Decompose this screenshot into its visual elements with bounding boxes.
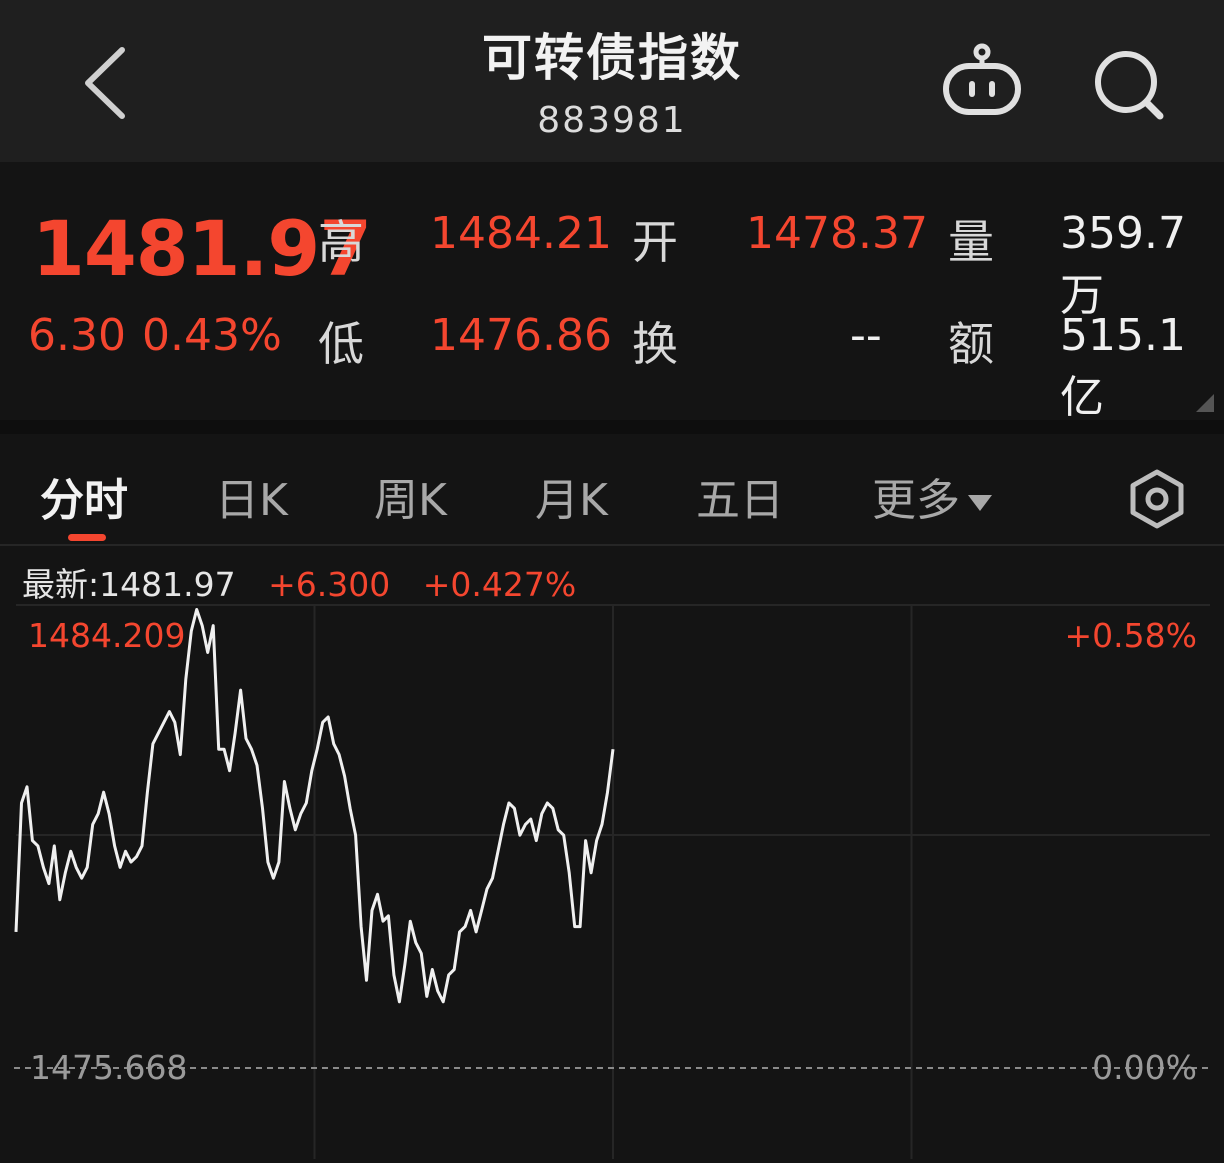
high-value: 1484.21 <box>430 208 612 259</box>
open-label: 开 <box>632 215 678 269</box>
chart-grid <box>16 604 1210 1159</box>
amount-label: 额 <box>948 317 994 371</box>
y-base-label: 1475.668 <box>30 1048 187 1087</box>
top-bar: 可转债指数 883981 <box>0 0 1224 162</box>
search-icon <box>1095 51 1164 120</box>
index-code: 883981 <box>537 100 687 141</box>
search-button[interactable] <box>1090 46 1170 126</box>
page-title: 可转债指数 <box>482 29 742 87</box>
settings-hexagon-icon <box>1130 469 1184 529</box>
latest-change-readout: +6.300 <box>268 565 391 604</box>
low-label: 低 <box>318 317 364 371</box>
chart-info-line: 最新:1481.97 +6.300 +0.427% <box>22 558 598 606</box>
y-max-label: 1484.209 <box>28 616 185 655</box>
chart-settings-button[interactable] <box>1126 468 1188 530</box>
turnover-value: -- <box>850 310 882 361</box>
open-value: 1478.37 <box>746 208 928 259</box>
tab-weekly-k[interactable]: 周K <box>374 464 447 528</box>
expand-corner-icon[interactable] <box>1196 394 1214 412</box>
price-change-pct: 0.43% <box>142 310 282 361</box>
robot-assistant-icon <box>943 43 1021 115</box>
tab-monthly-k[interactable]: 月K <box>535 464 608 528</box>
intraday-chart[interactable]: 1484.209 +0.58% 1475.668 0.00% <box>0 603 1224 1159</box>
high-label: 高 <box>318 215 364 269</box>
tab-intraday[interactable]: 分时 <box>40 464 128 528</box>
active-tab-indicator <box>68 534 106 541</box>
tab-daily-k[interactable]: 日K <box>215 464 288 528</box>
latest-change-pct-readout: +0.427% <box>422 565 577 604</box>
tab-more[interactable]: 更多 <box>872 464 992 528</box>
latest-price-readout: 最新:1481.97 <box>22 565 236 604</box>
quote-panel: 1481.97 6.30 0.43% 高 1484.21 开 1478.37 量… <box>0 162 1224 423</box>
volume-label: 量 <box>948 215 994 269</box>
intraday-chart-svg: 1484.209 +0.58% 1475.668 0.00% <box>14 604 1210 1159</box>
pct-base-label: 0.00% <box>1092 1048 1197 1087</box>
tab-more-label: 更多 <box>872 475 960 526</box>
section-divider <box>0 420 1224 434</box>
turnover-label: 换 <box>632 317 678 371</box>
price-change: 6.30 <box>28 310 126 361</box>
caret-down-icon <box>968 495 992 511</box>
assistant-button[interactable] <box>938 42 1026 122</box>
low-value: 1476.86 <box>430 310 612 361</box>
volume-value: 359.7万 <box>1060 208 1186 321</box>
tabs-separator <box>0 544 1224 546</box>
tab-five-day[interactable]: 五日 <box>696 464 784 528</box>
chart-tabs: 分时 日K 周K 月K 五日 更多 <box>0 434 1224 544</box>
pct-max-label: +0.58% <box>1065 616 1197 655</box>
